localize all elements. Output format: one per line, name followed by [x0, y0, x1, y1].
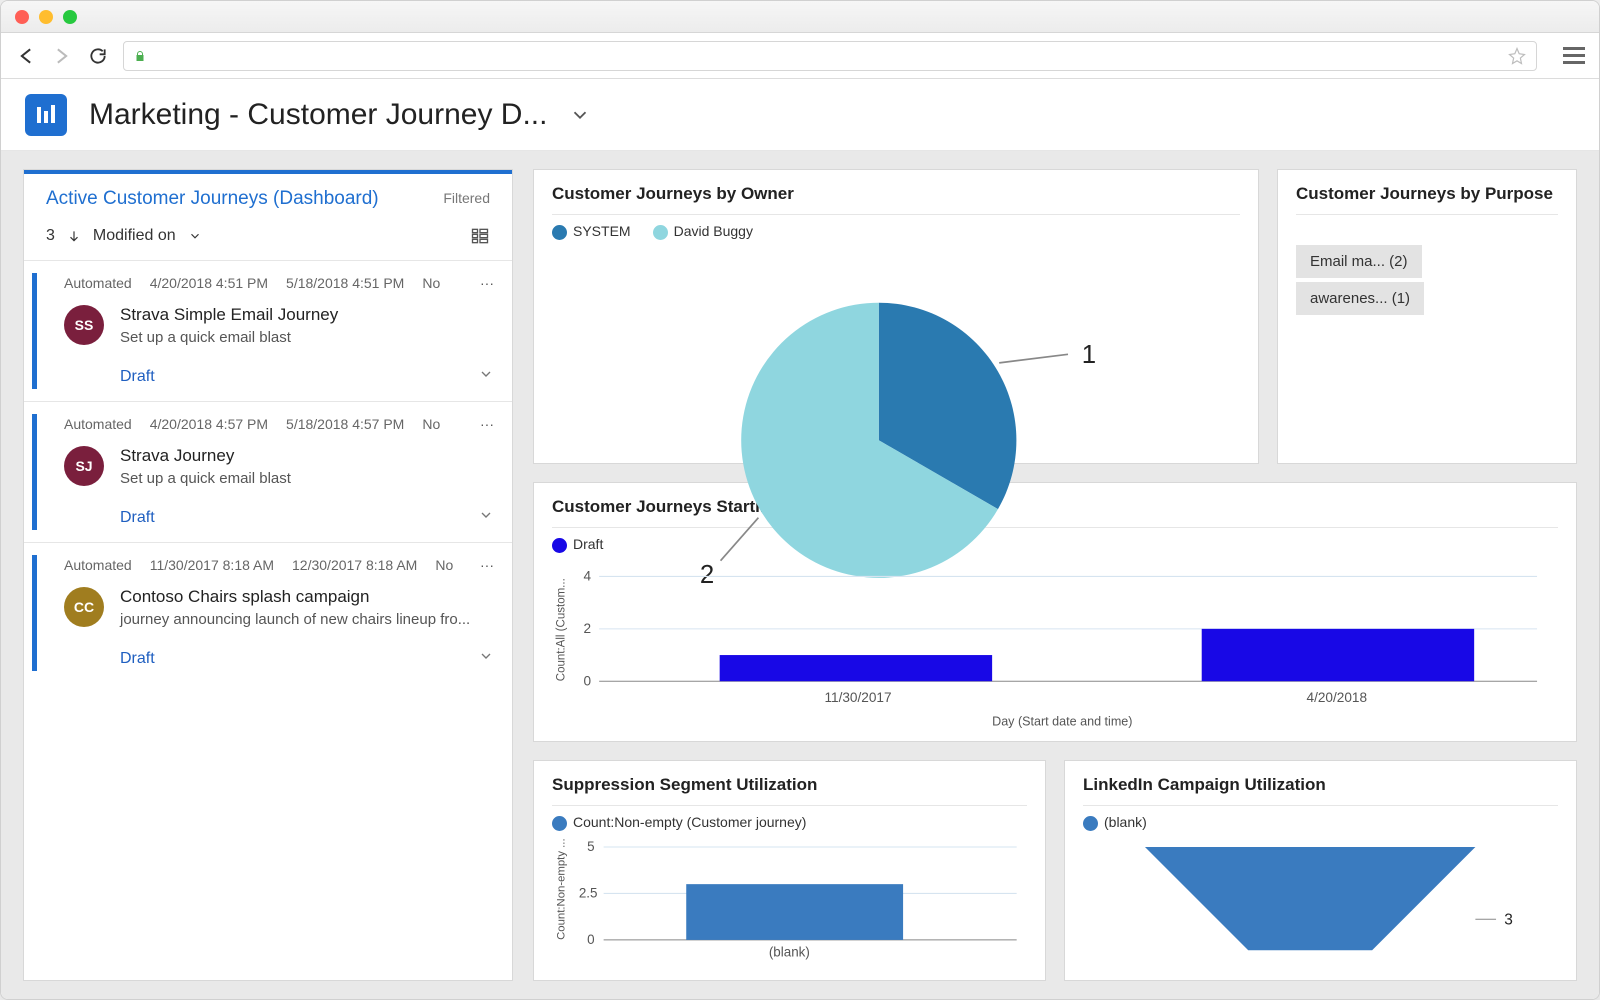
- svg-text:0: 0: [587, 932, 594, 947]
- over-time-bar-chart[interactable]: Count:All (Custom... 4 2 0 11/30/2017 4/…: [552, 553, 1558, 747]
- expand-icon[interactable]: [478, 366, 494, 387]
- card-title: Suppression Segment Utilization: [552, 775, 1027, 795]
- item-flag: No: [435, 557, 453, 573]
- item-type: Automated: [64, 416, 132, 432]
- svg-text:0: 0: [583, 673, 591, 688]
- item-name[interactable]: Strava Journey: [120, 446, 291, 466]
- svg-text:2.5: 2.5: [579, 885, 598, 900]
- page-title: Marketing - Customer Journey D...: [89, 98, 547, 132]
- chevron-down-icon[interactable]: [188, 229, 202, 243]
- card-title: Customer Journeys by Purpose: [1296, 184, 1558, 204]
- browser-window: Marketing - Customer Journey D... Active…: [0, 0, 1600, 1000]
- title-dropdown-icon[interactable]: [569, 104, 591, 126]
- list-item[interactable]: Automated 11/30/2017 8:18 AM 12/30/2017 …: [24, 542, 512, 683]
- item-more-icon[interactable]: ···: [480, 275, 494, 291]
- legend-item[interactable]: (blank): [1083, 814, 1147, 831]
- svg-text:11/30/2017: 11/30/2017: [824, 690, 891, 705]
- active-journeys-panel: Active Customer Journeys (Dashboard) Fil…: [23, 169, 513, 981]
- suppression-bar-chart[interactable]: Count:Non-empty ... 5 2.5 0 (blank): [552, 831, 1027, 966]
- item-flag: No: [422, 275, 440, 291]
- avatar: CC: [64, 587, 104, 627]
- filtered-label[interactable]: Filtered: [443, 190, 490, 206]
- item-status[interactable]: Draft: [120, 650, 155, 668]
- x-axis-label: Day (Start date and time): [992, 714, 1132, 728]
- item-created: 4/20/2018 4:57 PM: [150, 416, 268, 432]
- item-more-icon[interactable]: ···: [480, 557, 494, 573]
- item-created: 4/20/2018 4:51 PM: [150, 275, 268, 291]
- window-minimize-dot[interactable]: [39, 10, 53, 24]
- browser-toolbar: [1, 33, 1599, 79]
- view-toggle-icon[interactable]: [470, 226, 490, 246]
- svg-text:(blank): (blank): [769, 944, 810, 959]
- item-desc: journey announcing launch of new chairs …: [120, 611, 470, 628]
- item-type: Automated: [64, 275, 132, 291]
- svg-text:5: 5: [587, 839, 594, 854]
- purpose-tag[interactable]: Email ma... (2): [1296, 245, 1422, 278]
- card-suppression: Suppression Segment Utilization Count:No…: [533, 760, 1046, 981]
- linkedin-funnel-chart[interactable]: 3: [1083, 831, 1558, 966]
- item-type: Automated: [64, 557, 132, 573]
- app-tile-icon[interactable]: [25, 94, 67, 136]
- card-title: LinkedIn Campaign Utilization: [1083, 775, 1558, 795]
- bookmark-star-icon[interactable]: [1508, 47, 1526, 65]
- sort-row: 3 Modified on: [24, 220, 512, 260]
- svg-text:4/20/2018: 4/20/2018: [1307, 690, 1368, 705]
- y-axis-label: Count:All (Custom...: [556, 578, 568, 681]
- item-desc: Set up a quick email blast: [120, 470, 291, 487]
- expand-icon[interactable]: [478, 507, 494, 528]
- titlebar: [1, 1, 1599, 33]
- journey-list: Automated 4/20/2018 4:51 PM 5/18/2018 4:…: [24, 260, 512, 980]
- card-title: Customer Journeys by Owner: [552, 184, 1240, 204]
- item-created: 11/30/2017 8:18 AM: [150, 557, 274, 573]
- avatar: SS: [64, 305, 104, 345]
- lock-icon: [134, 49, 146, 63]
- url-field[interactable]: [123, 41, 1537, 71]
- list-item[interactable]: Automated 4/20/2018 4:51 PM 5/18/2018 4:…: [24, 260, 512, 401]
- charts-column: Customer Journeys by Owner SYSTEM David …: [533, 169, 1577, 981]
- list-item[interactable]: Automated 4/20/2018 4:57 PM 5/18/2018 4:…: [24, 401, 512, 542]
- avatar: SJ: [64, 446, 104, 486]
- owner-legend: SYSTEM David Buggy: [552, 223, 1240, 240]
- y-axis-label: Count:Non-empty ...: [555, 838, 567, 940]
- panel-title[interactable]: Active Customer Journeys (Dashboard): [46, 188, 379, 209]
- result-count: 3: [46, 227, 55, 245]
- sort-direction-icon[interactable]: [67, 229, 81, 243]
- expand-icon[interactable]: [478, 648, 494, 669]
- panel-header: Active Customer Journeys (Dashboard) Fil…: [24, 170, 512, 220]
- nav-back-icon[interactable]: [15, 45, 37, 67]
- page-header: Marketing - Customer Journey D...: [1, 79, 1599, 151]
- item-desc: Set up a quick email blast: [120, 329, 338, 346]
- legend-item[interactable]: SYSTEM: [552, 223, 631, 240]
- pie-callout-1: 1: [1082, 341, 1096, 369]
- card-purpose: Customer Journeys by Purpose Email ma...…: [1277, 169, 1577, 464]
- svg-text:2: 2: [583, 621, 591, 636]
- nav-forward-icon[interactable]: [51, 45, 73, 67]
- funnel-callout: 3: [1504, 911, 1513, 928]
- sort-field[interactable]: Modified on: [93, 227, 176, 245]
- legend-item[interactable]: David Buggy: [653, 223, 753, 240]
- item-modified: 5/18/2018 4:51 PM: [286, 275, 404, 291]
- item-status[interactable]: Draft: [120, 509, 155, 527]
- item-more-icon[interactable]: ···: [480, 416, 494, 432]
- legend-item[interactable]: Count:Non-empty (Customer journey): [552, 814, 806, 831]
- item-name[interactable]: Contoso Chairs splash campaign: [120, 587, 470, 607]
- purpose-tag[interactable]: awarenes... (1): [1296, 282, 1424, 315]
- card-owner: Customer Journeys by Owner SYSTEM David …: [533, 169, 1259, 464]
- window-zoom-dot[interactable]: [63, 10, 77, 24]
- dashboard-body: Active Customer Journeys (Dashboard) Fil…: [1, 151, 1599, 999]
- item-modified: 5/18/2018 4:57 PM: [286, 416, 404, 432]
- window-close-dot[interactable]: [15, 10, 29, 24]
- card-linkedin: LinkedIn Campaign Utilization (blank) 3: [1064, 760, 1577, 981]
- item-name[interactable]: Strava Simple Email Journey: [120, 305, 338, 325]
- item-modified: 12/30/2017 8:18 AM: [292, 557, 417, 573]
- nav-reload-icon[interactable]: [87, 45, 109, 67]
- item-flag: No: [422, 416, 440, 432]
- browser-menu-icon[interactable]: [1563, 47, 1585, 64]
- item-status[interactable]: Draft: [120, 368, 155, 386]
- svg-text:4: 4: [583, 568, 591, 583]
